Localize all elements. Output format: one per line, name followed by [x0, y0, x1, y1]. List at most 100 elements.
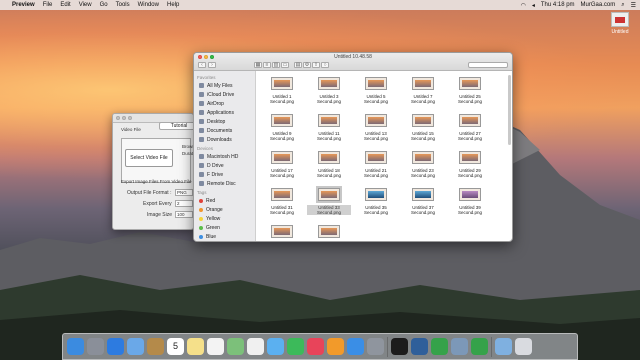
menu-file[interactable]: File	[43, 2, 53, 8]
arrange-button[interactable]: ▤	[294, 62, 302, 68]
file-item[interactable]: Untitled 18 Second.png	[307, 151, 351, 178]
file-item[interactable]: Untitled 9 Second.png	[260, 114, 304, 141]
folder-icon[interactable]	[495, 338, 512, 355]
user-menu[interactable]: MurGaa.com	[581, 2, 616, 8]
menu-window[interactable]: Window	[138, 2, 159, 8]
messages-icon[interactable]	[267, 338, 284, 355]
minimize-button[interactable]	[122, 116, 126, 120]
clock[interactable]: Thu 4:18 pm	[541, 2, 575, 8]
file-item[interactable]: Untitled 23 Second.png	[401, 151, 445, 178]
facetime-icon[interactable]	[287, 338, 304, 355]
sidebar-item-downloads[interactable]: Downloads	[194, 135, 255, 144]
icon-view-button[interactable]: ▦	[254, 62, 262, 68]
sidebar-item-applications[interactable]: Applications	[194, 108, 255, 117]
file-item[interactable]: Untitled 1 Second.png	[260, 77, 304, 104]
menu-go[interactable]: Go	[100, 2, 108, 8]
terminal-icon[interactable]	[391, 338, 408, 355]
file-item[interactable]: Untitled 11 Second.png	[307, 114, 351, 141]
sidebar-item-tag-0[interactable]: Red	[194, 196, 255, 205]
file-item[interactable]: Untitled 27 Second.png	[448, 114, 492, 141]
sidebar-item-d-drive[interactable]: D Drive	[194, 161, 255, 170]
itunes-icon[interactable]	[307, 338, 324, 355]
share-icon[interactable]: ⇧	[312, 62, 320, 68]
wifi-icon[interactable]: ◠	[521, 2, 526, 9]
file-item[interactable]: Untitled 17 Second.png	[260, 151, 304, 178]
close-button[interactable]	[116, 116, 120, 120]
sidebar-item-tag-4[interactable]: Blue	[194, 232, 255, 241]
image-thumbnail-icon	[365, 114, 387, 127]
file-item[interactable]: Untitled 13 Second.png	[354, 114, 398, 141]
desktop-file[interactable]: Untitled	[607, 12, 633, 35]
spotlight-icon[interactable]: ⌕	[621, 2, 624, 9]
app-store-icon[interactable]	[347, 338, 364, 355]
back-button[interactable]: ‹	[198, 62, 206, 68]
maps-icon[interactable]	[227, 338, 244, 355]
launchpad-icon[interactable]	[87, 338, 104, 355]
video-tool-2-icon[interactable]	[471, 338, 488, 355]
sidebar-item-all-my-files[interactable]: All My Files	[194, 81, 255, 90]
menu-tools[interactable]: Tools	[116, 2, 130, 8]
sidebar-item-remote-disc[interactable]: Remote Disc	[194, 179, 255, 188]
image-size-input[interactable]: 100	[175, 211, 193, 218]
trash-icon[interactable]	[515, 338, 532, 355]
sidebar-item-tag-1[interactable]: Orange	[194, 205, 255, 214]
menu-edit[interactable]: Edit	[60, 2, 70, 8]
column-view-button[interactable]: ▥	[272, 62, 280, 68]
sidebar-item-desktop[interactable]: Desktop	[194, 117, 255, 126]
system-preferences-icon[interactable]	[367, 338, 384, 355]
quicktime-icon[interactable]	[411, 338, 428, 355]
file-item[interactable]: Untitled 25 Second.png	[448, 77, 492, 104]
sidebar-item-documents[interactable]: Documents	[194, 126, 255, 135]
file-item[interactable]: Untitled 21 Second.png	[354, 151, 398, 178]
menu-help[interactable]: Help	[167, 2, 179, 8]
dock: 5	[62, 333, 578, 360]
ibooks-icon[interactable]	[327, 338, 344, 355]
select-video-file-button[interactable]: Select Video File	[125, 149, 173, 167]
file-item[interactable]: Untitled 15 Second.png	[401, 114, 445, 141]
sidebar-item-airdrop[interactable]: AirDrop	[194, 99, 255, 108]
calendar-icon[interactable]: 5	[167, 338, 184, 355]
app-menu[interactable]: Preview	[12, 2, 35, 8]
mail-icon[interactable]	[127, 338, 144, 355]
notification-center-icon[interactable]: ☰	[631, 2, 636, 9]
sidebar-item-icloud-drive[interactable]: iCloud Drive	[194, 90, 255, 99]
forward-button[interactable]: ›	[208, 62, 216, 68]
file-item[interactable]: Untitled 37 Second.png	[401, 188, 445, 215]
output-format-select[interactable]: PNG	[175, 189, 193, 196]
file-name-line: Second.png	[363, 210, 389, 216]
export-every-input[interactable]: 2	[175, 200, 193, 207]
file-item[interactable]	[260, 225, 304, 241]
tag-icon[interactable]: ○	[321, 62, 329, 68]
sidebar-item-f-drive[interactable]: F Drive	[194, 170, 255, 179]
file-item[interactable]: Untitled 3 Second.png	[307, 77, 351, 104]
file-item[interactable]: Untitled 7 Second.png	[401, 77, 445, 104]
safari-icon[interactable]	[107, 338, 124, 355]
search-input[interactable]	[468, 62, 508, 68]
zoom-button[interactable]	[128, 116, 132, 120]
sidebar-item-tag-2[interactable]: Yellow	[194, 214, 255, 223]
action-gear-icon[interactable]: ⚙	[303, 62, 311, 68]
list-view-button[interactable]: ≡	[263, 62, 271, 68]
sidebar-item-tag-5[interactable]: Purple	[194, 241, 255, 242]
video-tool-icon[interactable]	[431, 338, 448, 355]
file-item[interactable]: Untitled 39 Second.png	[448, 188, 492, 215]
file-item[interactable]: Untitled 33 Second.png	[307, 186, 351, 216]
tag-color-dot-icon	[199, 225, 203, 230]
sidebar-item-macintosh-hd[interactable]: Macintosh HD	[194, 152, 255, 161]
contacts-icon[interactable]	[147, 338, 164, 355]
vertical-scrollbar[interactable]	[508, 75, 511, 145]
finder-icon[interactable]	[67, 338, 84, 355]
file-item[interactable]: Untitled 31 Second.png	[260, 188, 304, 215]
file-item[interactable]	[307, 225, 351, 241]
photos-icon[interactable]	[247, 338, 264, 355]
sidebar-item-tag-3[interactable]: Green	[194, 223, 255, 232]
menu-view[interactable]: View	[79, 2, 92, 8]
notes-icon[interactable]	[187, 338, 204, 355]
cover-flow-button[interactable]: ▭	[281, 62, 289, 68]
file-item[interactable]: Untitled 29 Second.png	[448, 151, 492, 178]
reminders-icon[interactable]	[207, 338, 224, 355]
preview-icon[interactable]	[451, 338, 468, 355]
volume-icon[interactable]: ◂	[532, 2, 535, 9]
file-item[interactable]: Untitled 35 Second.png	[354, 188, 398, 215]
file-item[interactable]: Untitled 5 Second.png	[354, 77, 398, 104]
